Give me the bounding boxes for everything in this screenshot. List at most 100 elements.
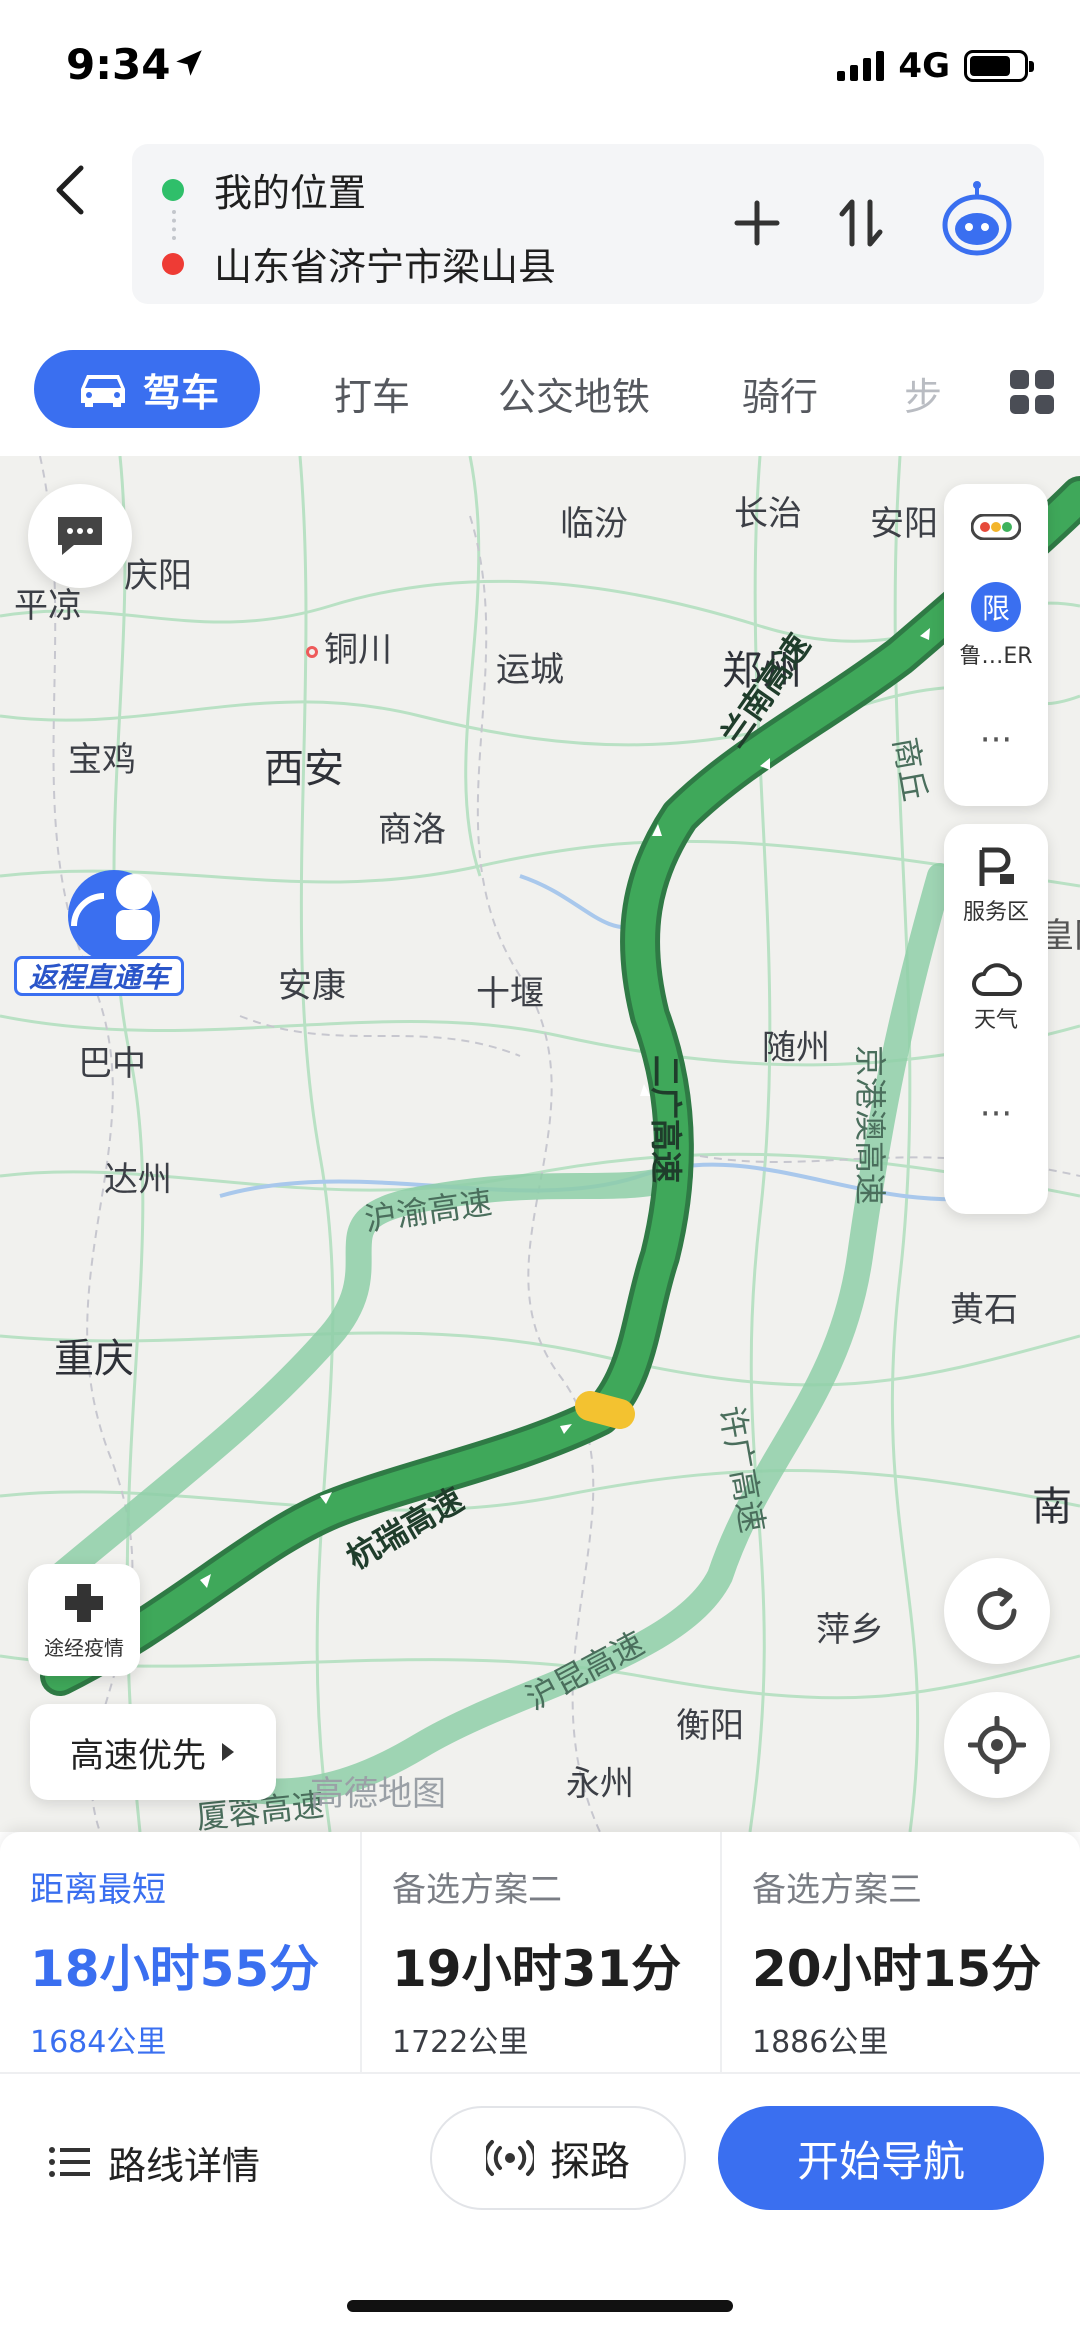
tab-taxi[interactable]: 打车 — [334, 366, 410, 421]
city-label: 巴中 — [78, 1044, 146, 1084]
destination-text: 山东省济宁市梁山县 — [214, 245, 557, 289]
explore-button[interactable]: 探路 — [430, 2106, 686, 2210]
car-icon — [80, 375, 125, 407]
home-indicator — [347, 2300, 733, 2312]
battery-icon — [964, 50, 1034, 82]
map-layers-panel: 服务区 天气 ··· — [944, 824, 1048, 1214]
refresh-button[interactable] — [944, 1558, 1050, 1664]
assistant-robot-icon — [942, 181, 1012, 256]
route-option-time: 20小时15分 — [752, 1940, 1042, 1998]
explore-label: 探路 — [550, 2139, 630, 2185]
route-option-label: 距离最短 — [30, 1870, 166, 1910]
plus-icon — [734, 200, 780, 246]
route-option-distance: 1684公里 — [30, 2025, 167, 2060]
epidemic-button[interactable]: 途经疫情 — [28, 1564, 140, 1676]
add-waypoint-button[interactable] — [722, 188, 792, 258]
chat-bubble-icon — [58, 517, 102, 555]
city-label: 运城 — [496, 650, 564, 690]
route-preference-button[interactable]: 高速优先 — [30, 1704, 276, 1800]
route-option-time: 18小时55分 — [30, 1940, 320, 1998]
feedback-button[interactable] — [28, 484, 132, 588]
origin-field[interactable]: 我的位置 — [162, 162, 366, 217]
signal-icon — [837, 51, 885, 81]
city-label: 安阳 — [870, 504, 938, 544]
promo-driver-icon — [68, 870, 160, 962]
chevron-left-icon — [56, 165, 84, 215]
restriction-button[interactable]: 限 鲁…ER — [944, 582, 1048, 670]
broadcast-icon — [486, 2140, 534, 2176]
network-type: 4G — [898, 46, 950, 86]
city-label: 长治 — [734, 494, 802, 534]
route-details-label: 路线详情 — [108, 2143, 261, 2188]
status-indicators: 4G — [837, 46, 1034, 86]
route-option-distance: 1886公里 — [752, 2025, 889, 2060]
route-option-distance: 1722公里 — [392, 2025, 529, 2060]
city-label: 庆阳 — [124, 556, 192, 596]
list-icon — [49, 2147, 90, 2177]
route-options-panel: 距离最短 18小时55分 1684公里 备选方案二 19小时31分 1722公里… — [0, 1832, 1080, 2338]
destination-dot-icon — [162, 252, 184, 275]
traffic-toggle[interactable] — [944, 514, 1048, 540]
cloud-icon — [972, 963, 1022, 996]
tab-walk[interactable]: 步 — [904, 366, 942, 421]
weather-label: 天气 — [973, 1008, 1018, 1033]
service-area-button[interactable]: 服务区 — [944, 846, 1048, 926]
city-label: 衡阳 — [676, 1706, 744, 1746]
city-label: 随州 — [762, 1028, 830, 1068]
route-input-box: 我的位置 山东省济宁市梁山县 — [132, 144, 1044, 304]
city-label: 黄石 — [950, 1290, 1018, 1330]
road-label-alt: 京港澳高速 — [851, 1044, 890, 1206]
traffic-light-icon — [971, 514, 1021, 540]
route-details-button[interactable]: 路线详情 — [48, 2122, 260, 2202]
route-option-time: 19小时31分 — [392, 1940, 682, 1998]
epidemic-label: 途经疫情 — [44, 1635, 124, 1660]
back-button[interactable] — [36, 150, 106, 230]
map-view[interactable]: 庆阳 平凉 铜川 临汾 长治 安阳 宝鸡 西安 运城 郑州 商洛 安康 十堰 巴… — [0, 456, 1080, 1832]
plate-label: 鲁…ER — [959, 644, 1033, 669]
tab-drive-label: 驾车 — [142, 370, 219, 415]
service-area-label: 服务区 — [962, 900, 1029, 925]
city-label: 临汾 — [560, 504, 628, 544]
city-label: 重庆 — [54, 1336, 134, 1382]
restriction-icon: 限 — [971, 582, 1021, 632]
route-option-1[interactable]: 距离最短 18小时55分 1684公里 — [0, 1832, 360, 2072]
route-preference-label: 高速优先 — [70, 1735, 206, 1776]
assistant-button[interactable] — [932, 174, 1022, 264]
origin-dot-icon — [162, 178, 184, 201]
tab-transit[interactable]: 公交地铁 — [498, 366, 650, 421]
city-label: 萍乡 — [816, 1610, 884, 1650]
triangle-right-icon — [222, 1743, 234, 1761]
route-option-2[interactable]: 备选方案二 19小时31分 1722公里 — [360, 1832, 720, 2072]
route-option-label: 备选方案二 — [392, 1870, 562, 1910]
road-label-main: 二广高速 — [647, 1054, 686, 1184]
locate-button[interactable] — [944, 1692, 1050, 1798]
promo-badge[interactable]: 返程直通车 — [14, 856, 184, 1006]
tab-drive[interactable]: 驾车 — [34, 350, 260, 428]
status-time: 9:34 — [66, 40, 171, 89]
weather-button[interactable]: 天气 — [944, 960, 1048, 1034]
parking-icon — [979, 847, 1014, 886]
swap-icon — [839, 199, 883, 247]
more-modes-icon[interactable] — [1010, 370, 1054, 414]
status-bar: 9:34 4G — [0, 0, 1080, 130]
promo-label: 返程直通车 — [14, 956, 184, 996]
city-label: 安康 — [278, 966, 346, 1006]
origin-text: 我的位置 — [214, 171, 367, 215]
city-label: 达州 — [104, 1160, 172, 1200]
more-layers-button[interactable]: ··· — [944, 1094, 1048, 1134]
swap-route-button[interactable] — [826, 188, 896, 258]
city-label: 永州 — [566, 1764, 634, 1804]
more-tools-button[interactable]: ··· — [944, 720, 1048, 760]
medical-cross-icon — [65, 1583, 103, 1622]
start-navigation-button[interactable]: 开始导航 — [718, 2106, 1044, 2210]
route-option-label: 备选方案三 — [752, 1870, 922, 1910]
mode-tabs: 驾车 打车 公交地铁 骑行 步 — [0, 340, 1080, 440]
route-option-3[interactable]: 备选方案三 20小时15分 1886公里 — [720, 1832, 1080, 2072]
city-label: 西安 — [264, 746, 344, 792]
map-watermark: 高德地图 — [310, 1774, 446, 1814]
tab-cycling[interactable]: 骑行 — [742, 366, 818, 421]
city-label: 十堰 — [476, 974, 544, 1014]
map-tools-panel: 限 鲁…ER ··· — [944, 484, 1048, 806]
destination-field[interactable]: 山东省济宁市梁山县 — [162, 236, 556, 291]
refresh-icon — [977, 1587, 1017, 1630]
